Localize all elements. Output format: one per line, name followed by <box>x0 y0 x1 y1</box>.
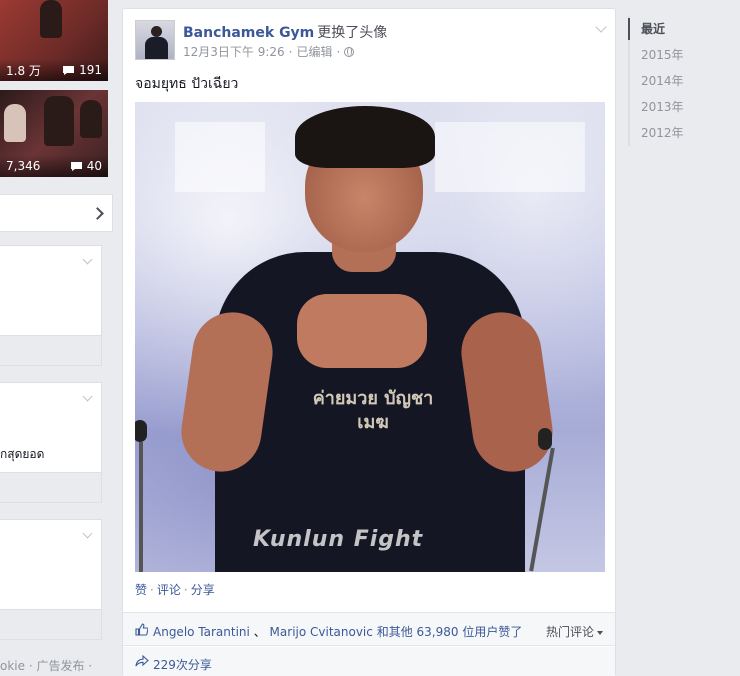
microphone-head <box>538 428 552 450</box>
post-action-text: 更换了头像 <box>317 25 388 41</box>
likes-separator: 、 <box>253 625 266 639</box>
timeline-item-2015[interactable]: 2015年 <box>630 42 740 68</box>
page-name-link[interactable]: Banchamek Gym <box>183 25 314 41</box>
likes-text: Angelo Tarantini 、 Marijo Cvitanovic 和其他… <box>153 623 522 640</box>
views-count: 1.8 万 <box>6 63 41 78</box>
thumbnail-figure <box>40 0 62 38</box>
action-separator: · <box>150 583 154 597</box>
microphone-stand <box>139 442 143 572</box>
thumbnail-stats: 1.8 万 191 <box>0 59 108 81</box>
card-footer <box>0 472 101 502</box>
card-footer <box>0 335 101 365</box>
chevron-down-icon[interactable] <box>82 391 93 402</box>
timeline-item-recent[interactable]: 最近 <box>628 16 740 42</box>
more-photos-nav[interactable] <box>0 194 113 232</box>
share-link[interactable]: 分享 <box>191 583 215 597</box>
avatar-body <box>145 37 168 59</box>
shirt-text: ค่ายมวย บัญชาเมฆ <box>312 388 434 433</box>
like-link[interactable]: 赞 <box>135 583 147 597</box>
liker-name-link[interactable]: Marijo Cvitanovic <box>270 625 373 639</box>
comment-icon <box>63 65 75 75</box>
avatar-head <box>151 26 162 37</box>
footer-links[interactable]: okie · 广告发布 · <box>0 657 92 674</box>
shares-count-link[interactable]: 229次分享 <box>153 656 212 673</box>
comments-count: 40 <box>70 159 102 173</box>
timeline-item-2013[interactable]: 2013年 <box>630 94 740 120</box>
thumbnail-figure <box>80 100 102 138</box>
left-card-1 <box>0 245 102 366</box>
post-text: จอมยุทธ ปัวเฉียว <box>135 76 239 92</box>
avatar[interactable] <box>135 20 175 60</box>
thumbs-up-icon <box>135 623 148 636</box>
card-text: กสุดยอด <box>0 447 45 461</box>
timeline-post: Banchamek Gym 更换了头像 12月3日下午 9:26 · 已编辑 · … <box>122 8 616 676</box>
meta-separator: · <box>336 44 341 59</box>
share-icon <box>135 655 149 667</box>
left-card-3 <box>0 519 102 640</box>
left-card-2: กสุดยอด <box>0 382 102 503</box>
thumbnail-stats: 7,346 40 <box>0 155 108 177</box>
photo-hands <box>297 294 427 368</box>
likes-summary: Angelo Tarantini 、 Marijo Cvitanovic 和其他… <box>123 612 615 646</box>
photo-hair <box>295 106 435 168</box>
photo-bg-sign <box>435 122 585 192</box>
photo-thumbnail-1[interactable]: 1.8 万 191 <box>0 0 108 81</box>
photo-thumbnail-2[interactable]: 7,346 40 <box>0 90 108 177</box>
timeline-item-2014[interactable]: 2014年 <box>630 68 740 94</box>
card-footer <box>0 609 101 639</box>
photo-watermark: Kunlun Fight <box>253 527 424 552</box>
comment-link[interactable]: 评论 <box>157 583 181 597</box>
likes-count-link[interactable]: 和其他 63,980 位用户赞了 <box>377 625 523 639</box>
caret-down-icon <box>597 630 603 635</box>
post-header: Banchamek Gym 更换了头像 12月3日下午 9:26 · 已编辑 · <box>135 20 603 62</box>
post-meta: 12月3日下午 9:26 · 已编辑 · <box>183 43 355 60</box>
chevron-right-icon <box>91 206 104 220</box>
liker-name-link[interactable]: Angelo Tarantini <box>153 625 250 639</box>
post-photo[interactable]: ค่ายมวย บัญชาเมฆ Kunlun Fight <box>135 102 605 572</box>
action-separator: · <box>183 583 188 597</box>
shares-summary: 229次分享 <box>123 647 615 676</box>
globe-icon[interactable] <box>344 46 355 57</box>
timeline-item-2012[interactable]: 2012年 <box>630 120 740 146</box>
top-comments-label: 热门评论 <box>545 625 594 639</box>
thumbnail-figure <box>44 96 74 146</box>
meta-separator: · <box>288 44 293 59</box>
chevron-down-icon[interactable] <box>82 528 93 539</box>
post-title-line: Banchamek Gym 更换了头像 <box>183 22 387 42</box>
photo-bg-sign <box>175 122 265 192</box>
timeline-year-nav: 最近 2015年 2014年 2013年 2012年 <box>628 16 740 146</box>
post-actions: 赞 · 评论 · 分享 <box>135 581 215 598</box>
microphone-head <box>135 420 147 442</box>
top-comments-dropdown[interactable]: 热门评论 <box>546 623 603 640</box>
thumbnail-figure <box>4 104 26 142</box>
views-count: 7,346 <box>6 159 41 173</box>
edited-link[interactable]: 已编辑 <box>297 43 333 60</box>
comment-icon <box>70 161 82 171</box>
chevron-down-icon[interactable] <box>82 254 93 265</box>
comments-count: 191 <box>62 63 102 77</box>
post-timestamp[interactable]: 12月3日下午 9:26 <box>183 43 285 60</box>
